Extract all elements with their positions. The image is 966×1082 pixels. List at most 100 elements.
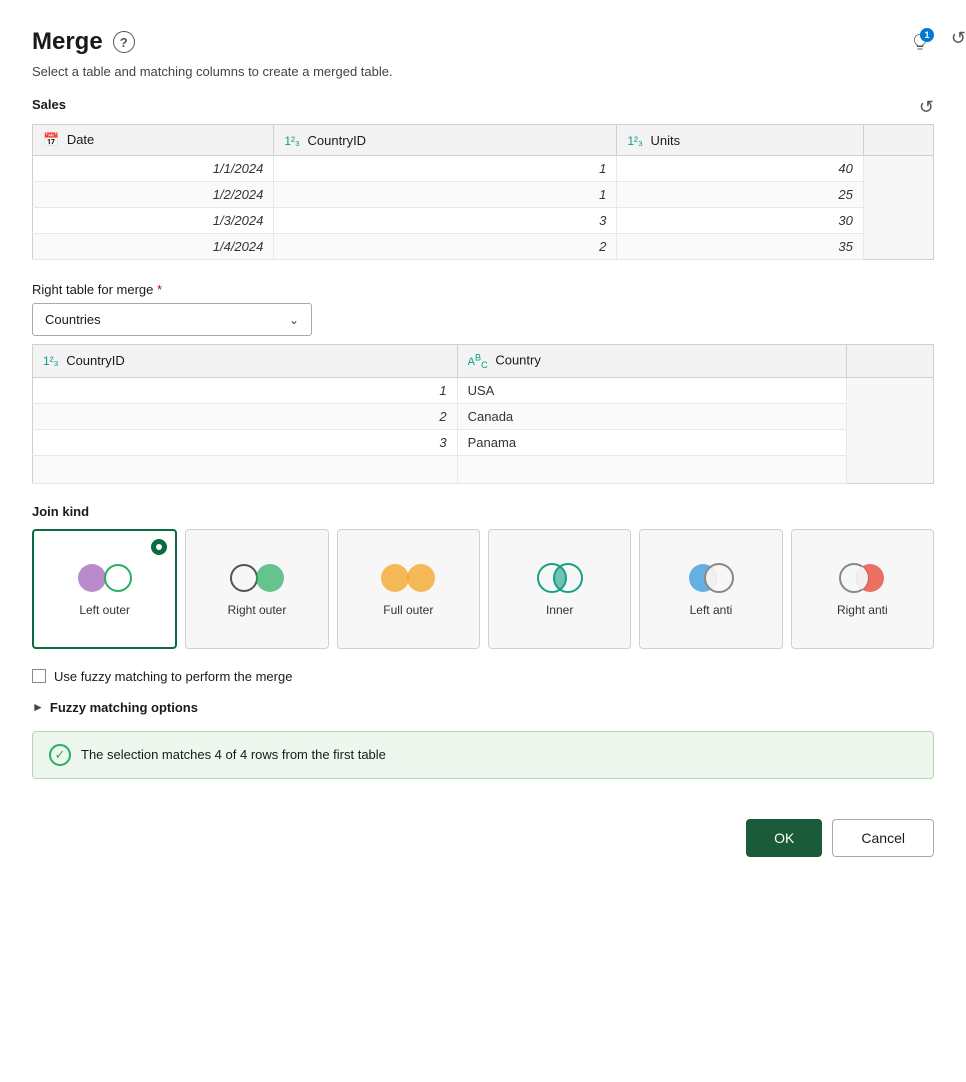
subtitle: Select a table and matching columns to c…: [32, 64, 934, 79]
join-option-right-outer[interactable]: Right outer: [185, 529, 328, 649]
col-units-header[interactable]: 1²₃ Units: [617, 125, 863, 156]
lightbulb-badge: 1: [920, 28, 934, 42]
join-option-inner[interactable]: Inner: [488, 529, 631, 649]
cell-units-4: 35: [617, 234, 863, 260]
join-inner-label: Inner: [546, 603, 573, 619]
cell-empty-r2: [847, 403, 934, 429]
cell-date-3: 1/3/2024: [33, 208, 274, 234]
chevron-right-icon: ►: [32, 700, 44, 714]
cell-empty-r4: [847, 455, 934, 483]
calendar-icon: 📅: [43, 132, 59, 147]
right-table-section: Right table for merge * Countries ⌄ ↺ 1²…: [32, 282, 934, 484]
cell-cid-r3: 3: [33, 429, 458, 455]
table-row: [33, 455, 934, 483]
col-empty-countries-header: [847, 345, 934, 378]
cancel-button[interactable]: Cancel: [832, 819, 934, 857]
right-table-label: Right table for merge *: [32, 282, 312, 297]
venn-right-outer: [230, 561, 284, 595]
fuzzy-options-label: Fuzzy matching options: [50, 700, 198, 715]
help-icon[interactable]: ?: [113, 31, 135, 53]
join-kind-label: Join kind: [32, 504, 934, 519]
fuzzy-checkbox-label: Use fuzzy matching to perform the merge: [54, 669, 292, 684]
col-country-header[interactable]: ABC Country: [457, 345, 847, 378]
join-left-outer-label: Left outer: [79, 603, 130, 619]
venn-inner: [533, 561, 587, 595]
col-type-countryid: 1²₃: [284, 134, 300, 148]
sales-table: 📅 Date 1²₃ CountryID 1²₃ Units 1/1/2024 …: [32, 124, 934, 260]
cell-empty-4: [863, 234, 933, 260]
cell-country-r3: Panama: [457, 429, 847, 455]
cell-empty-r1: [847, 377, 934, 403]
col-type-cid: 1²₃: [43, 354, 59, 368]
col-empty-header: [863, 125, 933, 156]
cell-empty-1: [863, 156, 933, 182]
venn-full-outer: [381, 561, 435, 595]
table-row: 1/1/2024 1 40: [33, 156, 934, 182]
cell-cid-r1: 1: [33, 377, 458, 403]
col-countryid-label: CountryID: [308, 133, 367, 148]
col-date-label: Date: [67, 132, 94, 147]
table-row: 3 Panama: [33, 429, 934, 455]
refresh-icon-right[interactable]: ↺: [951, 28, 966, 49]
cell-country-empty: [457, 455, 847, 483]
cell-cid-r2: 2: [33, 403, 458, 429]
right-table-dropdown[interactable]: Countries ⌄: [32, 303, 312, 336]
col-date-header[interactable]: 📅 Date: [33, 125, 274, 156]
col-countryid-header[interactable]: 1²₃ CountryID: [274, 125, 617, 156]
col-cid-header[interactable]: 1²₃ CountryID: [33, 345, 458, 378]
cell-cid-4: 2: [274, 234, 617, 260]
selected-indicator: [151, 539, 167, 555]
fuzzy-checkbox-row: Use fuzzy matching to perform the merge: [32, 669, 934, 684]
col-country-label: Country: [495, 353, 541, 368]
table-row: 1/4/2024 2 35: [33, 234, 934, 260]
sales-label: Sales: [32, 97, 66, 112]
join-option-left-anti[interactable]: Left anti: [639, 529, 782, 649]
table-row: 1/3/2024 3 30: [33, 208, 934, 234]
cell-cid-empty: [33, 455, 458, 483]
venn-left-anti: [684, 561, 738, 595]
table-row: 1 USA: [33, 377, 934, 403]
ok-button[interactable]: OK: [746, 819, 822, 857]
fuzzy-checkbox[interactable]: [32, 669, 46, 683]
cell-date-2: 1/2/2024: [33, 182, 274, 208]
cell-empty-2: [863, 182, 933, 208]
fuzzy-section: Use fuzzy matching to perform the merge: [32, 669, 934, 684]
cell-empty-r3: [847, 429, 934, 455]
join-option-right-anti[interactable]: Right anti: [791, 529, 934, 649]
cell-date-4: 1/4/2024: [33, 234, 274, 260]
col-type-abc: ABC: [468, 356, 488, 368]
col-type-units: 1²₃: [627, 134, 643, 148]
cell-country-r1: USA: [457, 377, 847, 403]
cell-units-1: 40: [617, 156, 863, 182]
cell-cid-2: 1: [274, 182, 617, 208]
venn-right-anti: [835, 561, 889, 595]
join-kind-section: Join kind Left outer Right outer: [32, 504, 934, 649]
cell-units-2: 25: [617, 182, 863, 208]
join-full-outer-label: Full outer: [383, 603, 433, 619]
join-option-left-outer[interactable]: Left outer: [32, 529, 177, 649]
countries-table: 1²₃ CountryID ABC Country 1 USA 2 Canada: [32, 344, 934, 484]
cell-units-3: 30: [617, 208, 863, 234]
col-cid-label: CountryID: [66, 353, 125, 368]
lightbulb-icon[interactable]: 1: [906, 28, 934, 56]
join-right-anti-label: Right anti: [837, 603, 888, 619]
cell-date-1: 1/1/2024: [33, 156, 274, 182]
join-left-anti-label: Left anti: [690, 603, 733, 619]
refresh-icon-sales[interactable]: ↺: [919, 97, 934, 118]
success-icon: ✓: [49, 744, 71, 766]
join-right-outer-label: Right outer: [228, 603, 287, 619]
success-banner: ✓ The selection matches 4 of 4 rows from…: [32, 731, 934, 779]
cell-empty-3: [863, 208, 933, 234]
cell-cid-1: 1: [274, 156, 617, 182]
table-row: 2 Canada: [33, 403, 934, 429]
sales-table-section: Sales ↺ 📅 Date 1²₃ CountryID 1²₃ Units: [32, 97, 934, 260]
page-title: Merge: [32, 28, 103, 56]
table-row: 1/2/2024 1 25: [33, 182, 934, 208]
footer-buttons: OK Cancel: [32, 811, 934, 857]
fuzzy-options-row[interactable]: ► Fuzzy matching options: [32, 700, 934, 715]
join-option-full-outer[interactable]: Full outer: [337, 529, 480, 649]
venn-left-outer: [78, 561, 132, 595]
chevron-down-icon: ⌄: [289, 313, 299, 327]
cell-country-r2: Canada: [457, 403, 847, 429]
col-units-label: Units: [651, 133, 681, 148]
